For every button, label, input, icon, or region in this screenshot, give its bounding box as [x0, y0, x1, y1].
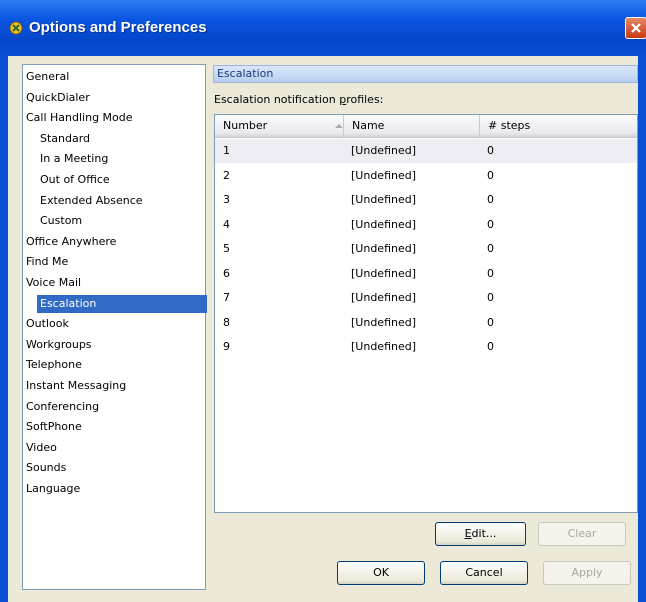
tree-item-voice-mail[interactable]: Voice Mail: [23, 274, 84, 292]
cell-number: 3: [223, 193, 230, 206]
table-row[interactable]: 2 [Undefined] 0: [215, 164, 637, 188]
clear-button[interactable]: Clear: [538, 522, 626, 546]
cell-number: 6: [223, 266, 230, 280]
cell-number: 5: [223, 242, 230, 255]
tree-item-extended-absence[interactable]: Extended Absence: [37, 192, 146, 210]
table-row[interactable]: 9 [Undefined] 0: [215, 335, 637, 359]
cell-name: [Undefined]: [351, 242, 417, 255]
cell-number: 1: [223, 144, 230, 157]
profiles-label: Escalation notification profiles:: [214, 93, 384, 106]
table-row[interactable]: 4 [Undefined] 0: [215, 213, 637, 237]
cell-name: [Undefined]: [351, 193, 417, 206]
tree-item-in-a-meeting[interactable]: In a Meeting: [37, 150, 111, 168]
tree-item-workgroups[interactable]: Workgroups: [23, 336, 95, 354]
table-row[interactable]: 3 [Undefined] 0: [215, 188, 637, 212]
cancel-button[interactable]: Cancel: [440, 561, 528, 585]
column-header-steps[interactable]: # steps: [479, 115, 637, 137]
tree-item-office-anywhere[interactable]: Office Anywhere: [23, 233, 119, 251]
sort-ascending-icon: [335, 124, 343, 128]
table-row[interactable]: 6 [Undefined] 0: [215, 262, 637, 286]
close-icon: [631, 23, 641, 33]
table-row[interactable]: 5 [Undefined] 0: [215, 237, 637, 261]
cell-name: [Undefined]: [351, 315, 417, 329]
apply-button[interactable]: Apply: [543, 561, 631, 585]
options-tree[interactable]: General QuickDialer Call Handling Mode Stan…: [22, 64, 207, 590]
close-button[interactable]: [625, 17, 646, 39]
tree-item-telephone[interactable]: Telephone: [23, 356, 85, 374]
cell-steps: 0: [487, 315, 494, 329]
table-row[interactable]: 1 [Undefined] 0: [215, 139, 637, 163]
tree-item-instant-messaging[interactable]: Instant Messaging: [23, 377, 129, 395]
escalation-profiles-list[interactable]: Number Name # steps 1 [Undefined] 0 2 [Undef…: [214, 114, 638, 513]
cell-number: 2: [223, 168, 230, 182]
cell-steps: 0: [487, 242, 494, 255]
column-header-name[interactable]: Name: [343, 115, 479, 137]
options-window: Options and Preferences General QuickDial…: [0, 0, 646, 602]
cell-name: [Undefined]: [351, 340, 417, 353]
cell-steps: 0: [487, 291, 494, 304]
app-icon: [9, 21, 23, 35]
cell-steps: 0: [487, 217, 494, 231]
table-row[interactable]: 8 [Undefined] 0: [215, 311, 637, 335]
tree-item-standard[interactable]: Standard: [37, 130, 93, 148]
cell-steps: 0: [487, 266, 494, 280]
cell-name: [Undefined]: [351, 168, 417, 182]
tree-item-language[interactable]: Language: [23, 480, 83, 498]
cell-name: [Undefined]: [351, 266, 417, 280]
window-title: Options and Preferences: [29, 19, 207, 36]
cell-name: [Undefined]: [351, 217, 417, 231]
cell-steps: 0: [487, 340, 494, 353]
column-header-number[interactable]: Number: [215, 115, 343, 137]
cell-number: 8: [223, 315, 230, 329]
tree-item-escalation[interactable]: Escalation: [37, 294, 207, 313]
table-row[interactable]: 7 [Undefined] 0: [215, 286, 637, 310]
tree-item-call-handling-mode[interactable]: Call Handling Mode: [23, 109, 136, 127]
cell-name: [Undefined]: [351, 144, 417, 157]
tree-item-conferencing[interactable]: Conferencing: [23, 398, 102, 416]
tree-item-softphone[interactable]: SoftPhone: [23, 418, 85, 436]
panel-header: Escalation: [213, 65, 638, 83]
tree-item-outlook[interactable]: Outlook: [23, 315, 72, 333]
cell-name: [Undefined]: [351, 291, 417, 304]
cell-number: 4: [223, 217, 230, 231]
tree-item-out-of-office[interactable]: Out of Office: [37, 171, 113, 189]
cell-number: 7: [223, 291, 230, 304]
tree-item-general[interactable]: General: [23, 68, 72, 86]
tree-item-find-me[interactable]: Find Me: [23, 253, 71, 271]
tree-item-quickdialer[interactable]: QuickDialer: [23, 89, 93, 107]
cell-number: 9: [223, 340, 230, 353]
dialog-body: General QuickDialer Call Handling Mode Stan…: [8, 56, 638, 602]
edit-button[interactable]: Edit...: [435, 522, 526, 546]
cell-steps: 0: [487, 193, 494, 206]
title-bar[interactable]: Options and Preferences: [0, 0, 646, 56]
tree-item-sounds[interactable]: Sounds: [23, 459, 69, 477]
tree-item-custom[interactable]: Custom: [37, 212, 85, 230]
ok-button[interactable]: OK: [337, 561, 425, 585]
cell-steps: 0: [487, 144, 494, 157]
list-header: Number Name # steps: [215, 115, 637, 138]
cell-steps: 0: [487, 168, 494, 182]
tree-item-video[interactable]: Video: [23, 439, 60, 457]
